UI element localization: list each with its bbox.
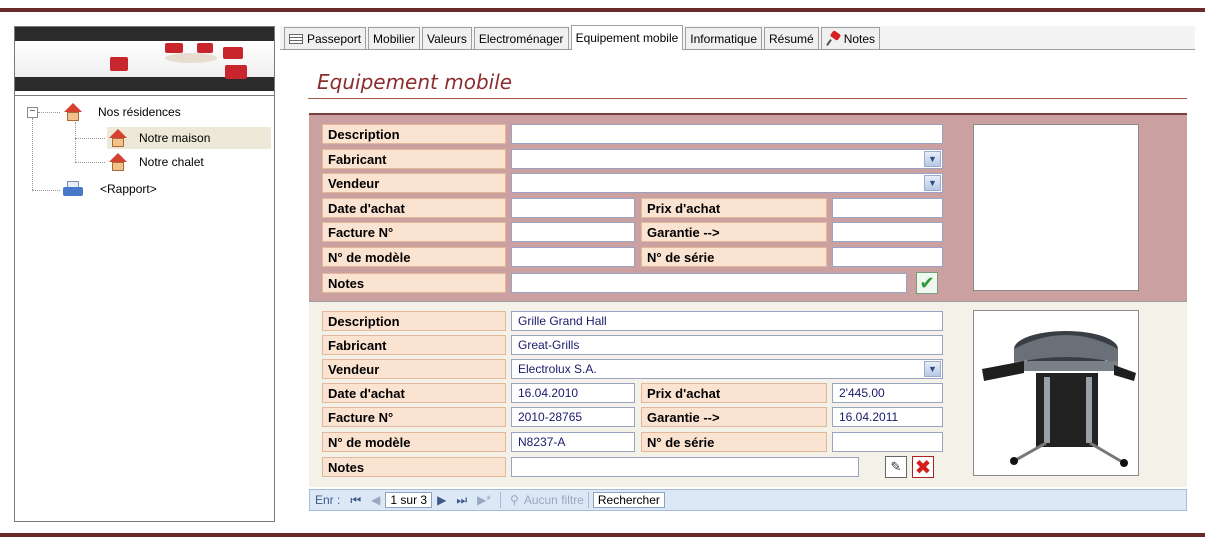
notes-label: Notes xyxy=(322,273,506,293)
notes-label: Notes xyxy=(322,457,506,477)
new-garantie-field[interactable] xyxy=(832,222,943,242)
new-description-field[interactable] xyxy=(511,124,943,144)
prix-achat-label: Prix d'achat xyxy=(641,383,827,403)
next-record-button[interactable]: ▶ xyxy=(432,493,451,507)
new-date-achat-field[interactable] xyxy=(511,198,635,218)
last-record-button[interactable]: ⏭ xyxy=(451,493,472,508)
prix-achat-field[interactable]: 2'445.00 xyxy=(832,383,943,403)
save-check-button[interactable]: ✔ xyxy=(916,272,938,294)
fabricant-label: Fabricant xyxy=(322,335,506,355)
tab-bar: Passeport Mobilier Valeurs Electroménage… xyxy=(280,25,1195,50)
tree-item-rapport[interactable]: <Rapport> xyxy=(62,178,262,200)
garantie-label: Garantie --> xyxy=(641,407,827,427)
chevron-down-icon[interactable]: ▼ xyxy=(924,175,941,191)
facture-label: Facture N° xyxy=(322,222,506,242)
tree-item-label: Nos résidences xyxy=(98,105,181,119)
record-panel: Description Grille Grand Hall Fabricant … xyxy=(309,301,1187,487)
top-accent-line xyxy=(0,8,1205,12)
date-achat-label: Date d'achat xyxy=(322,383,506,403)
modele-field[interactable]: N8237-A xyxy=(511,432,635,452)
filter-icon: ⚲ xyxy=(510,493,519,507)
serie-field[interactable] xyxy=(832,432,943,452)
tab-equipement-mobile[interactable]: Equipement mobile xyxy=(570,25,684,50)
tab-valeurs[interactable]: Valeurs xyxy=(422,27,472,49)
new-record-panel: Description Fabricant ▼ Vendeur ▼ Date d… xyxy=(309,113,1187,301)
record-position-field[interactable]: 1 sur 3 xyxy=(385,492,433,508)
tab-notes[interactable]: Notes xyxy=(820,27,881,49)
tab-mobilier[interactable]: Mobilier xyxy=(368,27,421,49)
tree-collapse-toggle[interactable]: − xyxy=(27,107,38,118)
new-record-button[interactable]: ▶* xyxy=(472,493,496,507)
tab-passeport[interactable]: Passeport xyxy=(284,27,367,49)
checkmark-icon: ✔ xyxy=(919,272,935,293)
new-facture-field[interactable] xyxy=(511,222,635,242)
garantie-field[interactable]: 16.04.2011 xyxy=(832,407,943,427)
house-icon xyxy=(62,103,84,121)
new-vendeur-combo[interactable]: ▼ xyxy=(511,173,943,193)
garantie-label: Garantie --> xyxy=(641,222,827,242)
new-fabricant-combo[interactable]: ▼ xyxy=(511,149,943,169)
first-record-button[interactable]: ⏮ xyxy=(345,493,366,508)
tab-informatique[interactable]: Informatique xyxy=(685,27,762,49)
tree-item-label: <Rapport> xyxy=(100,182,157,196)
previous-record-button[interactable]: ◀ xyxy=(366,493,385,507)
edit-icon: ✎ xyxy=(890,459,902,474)
fabricant-label: Fabricant xyxy=(322,149,506,169)
search-input[interactable]: Rechercher xyxy=(592,492,665,508)
modele-label: N° de modèle xyxy=(322,247,506,267)
new-notes-field[interactable] xyxy=(511,273,907,293)
facture-field[interactable]: 2010-28765 xyxy=(511,407,635,427)
printer-icon xyxy=(62,181,84,197)
grill-image xyxy=(982,331,1136,467)
tab-resume[interactable]: Résumé xyxy=(764,27,819,49)
description-label: Description xyxy=(322,311,506,331)
edit-record-button[interactable]: ✎ xyxy=(885,456,907,478)
new-photo-placeholder[interactable] xyxy=(973,124,1139,291)
chevron-down-icon[interactable]: ▼ xyxy=(924,151,941,167)
title-divider xyxy=(308,98,1187,99)
house-icon xyxy=(107,129,129,147)
new-prix-achat-field[interactable] xyxy=(832,198,943,218)
vendeur-label: Vendeur xyxy=(322,173,506,193)
facture-label: Facture N° xyxy=(322,407,506,427)
modele-label: N° de modèle xyxy=(322,432,506,452)
date-achat-field[interactable]: 16.04.2010 xyxy=(511,383,635,403)
pin-icon xyxy=(825,29,841,46)
record-navigator: Enr : ⏮ ◀ 1 sur 3 ▶ ⏭ ▶* ⚲ Aucun filtre … xyxy=(309,489,1187,511)
description-field[interactable]: Grille Grand Hall xyxy=(511,311,943,331)
vendeur-label: Vendeur xyxy=(322,359,506,379)
house-icon xyxy=(107,153,129,171)
delete-record-button[interactable]: ✖ xyxy=(912,456,934,479)
tree-item-notre-maison[interactable]: Notre maison xyxy=(107,127,271,149)
notes-field[interactable] xyxy=(511,457,859,477)
page-title: Equipement mobile xyxy=(317,70,513,94)
sidebar-banner-image xyxy=(15,27,274,91)
chevron-down-icon[interactable]: ▼ xyxy=(924,361,941,377)
date-achat-label: Date d'achat xyxy=(322,198,506,218)
residence-tree: − Nos résidences Notre maison Notre chal… xyxy=(15,95,274,521)
fabricant-field[interactable]: Great-Grills xyxy=(511,335,943,355)
tree-item-label: Notre chalet xyxy=(139,155,204,169)
vendeur-combo[interactable]: Electrolux S.A. ▼ xyxy=(511,359,943,379)
sidebar: − Nos résidences Notre maison Notre chal… xyxy=(14,26,275,522)
description-label: Description xyxy=(322,124,506,144)
new-modele-field[interactable] xyxy=(511,247,635,267)
record-label: Enr : xyxy=(315,493,341,507)
prix-achat-label: Prix d'achat xyxy=(641,198,827,218)
serie-label: N° de série xyxy=(641,247,827,267)
filter-status[interactable]: Aucun filtre xyxy=(524,493,584,507)
tree-item-label: Notre maison xyxy=(139,131,211,145)
product-photo[interactable] xyxy=(973,310,1139,476)
tree-item-notre-chalet[interactable]: Notre chalet xyxy=(107,151,271,173)
serie-label: N° de série xyxy=(641,432,827,452)
tab-electromenager[interactable]: Electroménager xyxy=(473,27,569,49)
bottom-accent-line xyxy=(0,533,1205,537)
sheet-icon xyxy=(289,33,303,44)
close-icon: ✖ xyxy=(914,456,932,479)
new-serie-field[interactable] xyxy=(832,247,943,267)
tree-item-nos-residences[interactable]: Nos résidences xyxy=(62,101,262,123)
